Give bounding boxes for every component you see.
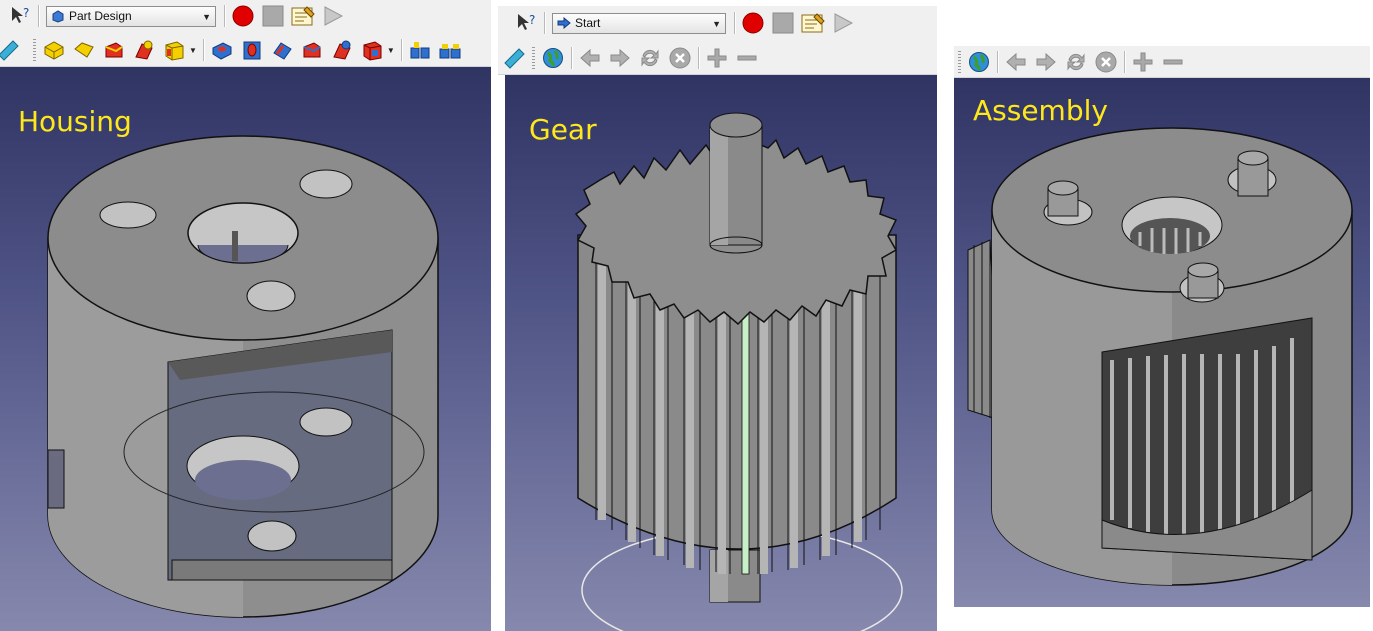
chevron-down-icon: ▼: [202, 11, 211, 22]
macro-edit-icon[interactable]: [801, 11, 825, 35]
record-macro-button[interactable]: [741, 11, 765, 35]
workbench-selector[interactable]: Part Design ▼: [46, 5, 216, 27]
additive-pipe-icon[interactable]: [132, 38, 156, 62]
back-arrow-icon[interactable]: [1004, 50, 1028, 74]
toolbar-grip: [958, 51, 961, 73]
toolbar-separator: [224, 5, 225, 27]
pocket-icon[interactable]: [210, 38, 234, 62]
chevron-down-icon[interactable]: ▼: [189, 46, 197, 55]
forward-arrow-icon[interactable]: [608, 46, 632, 70]
mirrored-icon[interactable]: [408, 38, 432, 62]
toolbar-grip: [532, 47, 535, 69]
housing-window: ? Part Design ▼ ▼ ▼ Housing: [0, 0, 491, 631]
forward-arrow-icon[interactable]: [1034, 50, 1058, 74]
execute-macro-button[interactable]: [831, 11, 855, 35]
toolbar-separator: [400, 39, 402, 61]
subtractive-loft-icon[interactable]: [300, 38, 324, 62]
toolbar-area: ? Start ▼: [498, 6, 937, 75]
stop-loading-icon[interactable]: [1094, 50, 1118, 74]
refresh-icon[interactable]: [638, 46, 662, 70]
workbench-label: Start: [575, 16, 601, 30]
svg-text:?: ?: [529, 13, 535, 27]
web-toolbar: [498, 44, 937, 72]
housing-3d-view[interactable]: Housing: [0, 67, 491, 631]
main-toolbar: ? Part Design ▼: [0, 2, 491, 30]
macro-edit-icon[interactable]: [291, 4, 315, 28]
subtractive-pipe-icon[interactable]: [330, 38, 354, 62]
toolbar-separator: [571, 47, 572, 69]
zoom-out-icon[interactable]: [1161, 50, 1185, 74]
toolbar-separator: [202, 39, 204, 61]
subtractive-primitive-icon[interactable]: [360, 38, 384, 62]
toolbar-separator: [38, 5, 39, 27]
back-arrow-icon[interactable]: [578, 46, 602, 70]
revolution-icon[interactable]: [72, 38, 96, 62]
measure-icon[interactable]: [502, 46, 526, 70]
zoom-out-icon[interactable]: [735, 46, 759, 70]
web-toolbar: [954, 48, 1370, 76]
main-toolbar: ? Start ▼: [498, 9, 937, 37]
workbench-selector[interactable]: Start ▼: [552, 12, 726, 34]
whats-this-icon[interactable]: ?: [8, 4, 32, 28]
hole-icon[interactable]: [240, 38, 264, 62]
record-macro-button[interactable]: [231, 4, 255, 28]
globe-icon[interactable]: [967, 50, 991, 74]
assembly-window: Assembly: [954, 46, 1370, 607]
arrow-right-icon: [557, 17, 571, 29]
additive-primitive-icon[interactable]: [162, 38, 186, 62]
pad-icon[interactable]: [42, 38, 66, 62]
toolbar-grip: [33, 39, 36, 61]
zoom-in-icon[interactable]: [1131, 50, 1155, 74]
whats-this-icon[interactable]: ?: [514, 11, 538, 35]
globe-icon[interactable]: [541, 46, 565, 70]
toolbar-separator: [1124, 51, 1125, 73]
assembly-3d-view[interactable]: Assembly: [954, 78, 1370, 607]
toolbar-separator: [544, 12, 545, 34]
stop-macro-button[interactable]: [261, 4, 285, 28]
toolbar-separator: [698, 47, 699, 69]
gear-model: [574, 112, 903, 631]
svg-text:?: ?: [23, 6, 29, 20]
refresh-icon[interactable]: [1064, 50, 1088, 74]
toolbar-separator: [734, 12, 735, 34]
part-design-toolbar: ▼ ▼: [0, 36, 491, 64]
gear-3d-view[interactable]: Gear: [505, 75, 937, 631]
toolbar-area: [954, 46, 1370, 78]
chevron-down-icon[interactable]: ▼: [387, 46, 395, 55]
stop-loading-icon[interactable]: [668, 46, 692, 70]
additive-loft-icon[interactable]: [102, 38, 126, 62]
stop-macro-button[interactable]: [771, 11, 795, 35]
chevron-down-icon: ▼: [712, 18, 721, 29]
workbench-label: Part Design: [69, 9, 132, 23]
toolbar-separator: [997, 51, 998, 73]
measure-icon[interactable]: [0, 38, 20, 62]
execute-macro-button[interactable]: [321, 4, 345, 28]
zoom-in-icon[interactable]: [705, 46, 729, 70]
groove-icon[interactable]: [270, 38, 294, 62]
linear-pattern-icon[interactable]: [438, 38, 462, 62]
gear-window: ? Start ▼ Gear: [498, 6, 937, 631]
housing-model: [47, 135, 439, 618]
toolbar-area: ? Part Design ▼ ▼ ▼: [0, 0, 491, 67]
assembly-model: [967, 127, 1353, 586]
part-design-icon: [52, 10, 64, 23]
